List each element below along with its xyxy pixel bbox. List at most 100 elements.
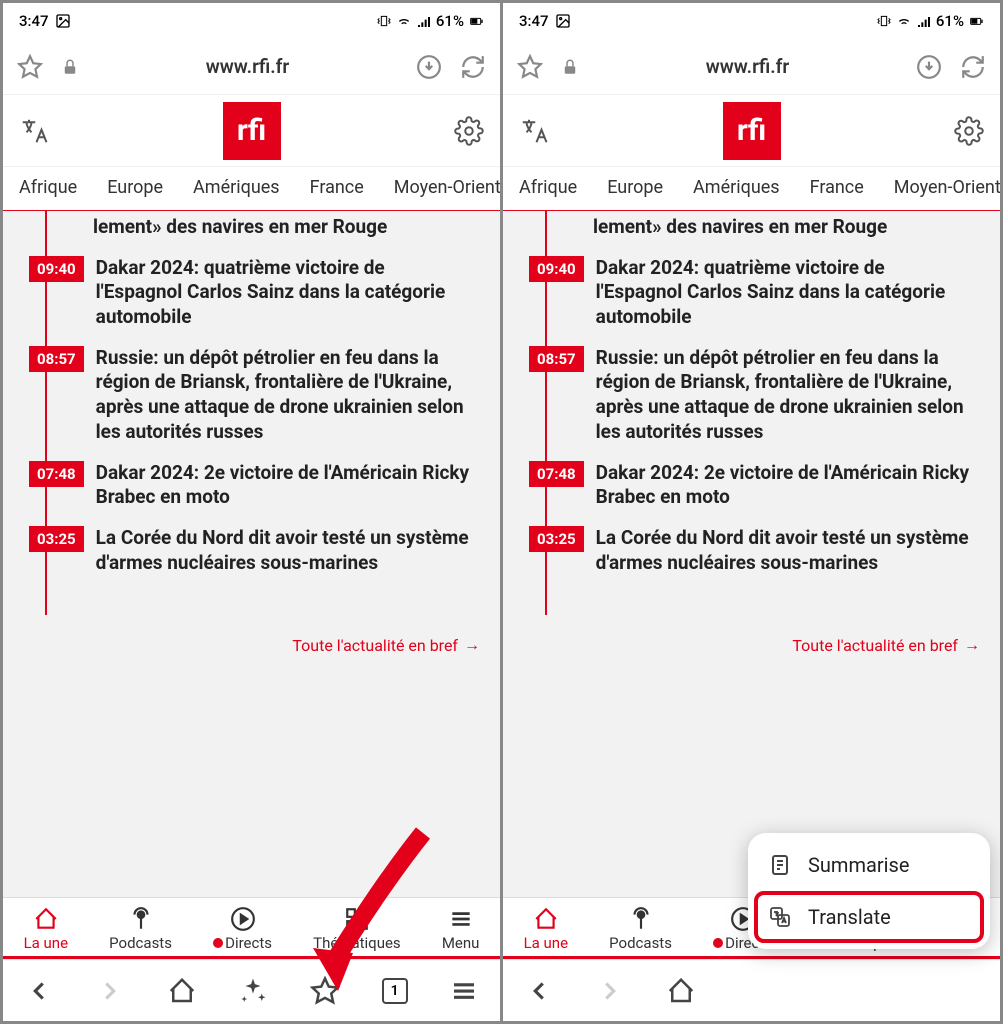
nav-tab-moyen-orient[interactable]: Moyen-Orient xyxy=(394,177,500,198)
home-button[interactable] xyxy=(167,976,197,1006)
nav-thematiques[interactable]: Thématiques xyxy=(313,906,401,952)
nav-tab-afrique[interactable]: Afrique xyxy=(19,177,77,198)
news-content[interactable]: lement» des navires en mer Rouge 09:40 D… xyxy=(3,211,500,897)
nav-tab-moyen-orient[interactable]: Moyen-Orient xyxy=(894,177,1000,198)
headline: Dakar 2024: quatrième victoire de l'Espa… xyxy=(96,256,480,330)
menu-button[interactable] xyxy=(449,976,479,1006)
home-icon xyxy=(533,906,559,932)
url-text[interactable]: www.rfi.fr xyxy=(97,55,398,78)
browser-toolbar: 1 xyxy=(3,959,500,1021)
status-time: 3:47 xyxy=(519,12,549,30)
news-item[interactable]: 08:57 Russie: un dépôt pétrolier en feu … xyxy=(29,330,480,445)
vibrate-icon xyxy=(876,13,892,29)
site-bottom-nav: La une Podcasts Directs Thématiques Menu xyxy=(3,897,500,956)
back-button[interactable] xyxy=(24,976,54,1006)
nav-tab-ameriques[interactable]: Amériques xyxy=(693,177,780,198)
image-icon xyxy=(55,13,71,29)
headline: Dakar 2024: 2e victoire de l'Américain R… xyxy=(596,461,980,510)
reload-icon[interactable] xyxy=(960,54,986,80)
time-badge: 09:40 xyxy=(29,256,84,282)
headline: La Corée du Nord dit avoir testé un syst… xyxy=(596,526,980,575)
news-item[interactable]: 07:48 Dakar 2024: 2e victoire de l'Améri… xyxy=(529,445,980,510)
nav-la-une[interactable]: La une xyxy=(524,906,568,952)
nav-la-une[interactable]: La une xyxy=(24,906,68,952)
vibrate-icon xyxy=(376,13,392,29)
summarise-icon xyxy=(768,853,792,877)
headline: La Corée du Nord dit avoir testé un syst… xyxy=(96,526,480,575)
nav-tab-france[interactable]: France xyxy=(310,177,364,198)
nav-directs[interactable]: Directs xyxy=(213,906,272,952)
status-bar: 3:47 61% xyxy=(503,3,1000,39)
nav-tab-france[interactable]: France xyxy=(810,177,864,198)
site-header: rfi xyxy=(503,95,1000,167)
time-badge: 07:48 xyxy=(29,461,84,487)
translate-popup-icon xyxy=(768,905,792,929)
nav-tab-europe[interactable]: Europe xyxy=(107,177,163,198)
browser-popup-menu: Summarise Translate xyxy=(748,833,990,949)
bookmark-button[interactable] xyxy=(310,976,340,1006)
translate-icon[interactable] xyxy=(19,116,49,146)
news-item[interactable]: 09:40 Dakar 2024: quatrième victoire de … xyxy=(529,240,980,330)
podcast-icon xyxy=(128,906,154,932)
forward-button[interactable] xyxy=(595,976,625,1006)
popup-translate[interactable]: Translate xyxy=(754,891,984,943)
translate-icon[interactable] xyxy=(519,116,549,146)
grid-icon xyxy=(344,906,370,932)
back-button[interactable] xyxy=(524,976,554,1006)
home-icon xyxy=(33,906,59,932)
news-content[interactable]: lement» des navires en mer Rouge 09:40 D… xyxy=(503,211,1000,897)
url-text[interactable]: www.rfi.fr xyxy=(597,55,898,78)
all-news-link[interactable]: Toute l'actualité en bref → xyxy=(27,615,480,655)
headline: Dakar 2024: 2e victoire de l'Américain R… xyxy=(96,461,480,510)
bookmark-star-icon[interactable] xyxy=(517,54,543,80)
podcast-icon xyxy=(628,906,654,932)
tabs-button[interactable]: 1 xyxy=(382,978,408,1004)
popup-summarise[interactable]: Summarise xyxy=(754,839,984,891)
browser-url-bar: www.rfi.fr xyxy=(3,39,500,95)
gear-icon[interactable] xyxy=(954,116,984,146)
news-item[interactable]: lement» des navires en mer Rouge xyxy=(529,211,980,240)
news-item[interactable]: 03:25 La Corée du Nord dit avoir testé u… xyxy=(529,510,980,575)
all-news-link[interactable]: Toute l'actualité en bref → xyxy=(527,615,980,655)
rfi-logo[interactable]: rfi xyxy=(223,102,281,160)
gear-icon[interactable] xyxy=(454,116,484,146)
signal-icon xyxy=(916,13,932,29)
download-icon[interactable] xyxy=(416,54,442,80)
news-item[interactable]: 08:57 Russie: un dépôt pétrolier en feu … xyxy=(529,330,980,445)
news-item[interactable]: 09:40 Dakar 2024: quatrième victoire de … xyxy=(29,240,480,330)
site-header: rfi xyxy=(3,95,500,167)
nav-tab-europe[interactable]: Europe xyxy=(607,177,663,198)
time-badge: 08:57 xyxy=(29,346,84,372)
phone-left: 3:47 61% www.rfi.fr rfi Afrique Europe A… xyxy=(3,3,500,1021)
time-badge: 08:57 xyxy=(529,346,584,372)
news-item[interactable]: 03:25 La Corée du Nord dit avoir testé u… xyxy=(29,510,480,575)
status-bar: 3:47 61% xyxy=(3,3,500,39)
nav-tab-afrique[interactable]: Afrique xyxy=(519,177,577,198)
nav-tab-ameriques[interactable]: Amériques xyxy=(193,177,280,198)
signal-icon xyxy=(416,13,432,29)
news-item[interactable]: lement» des navires en mer Rouge xyxy=(29,211,480,240)
forward-button[interactable] xyxy=(95,976,125,1006)
home-button[interactable] xyxy=(666,976,696,1006)
sparkle-button[interactable] xyxy=(238,976,268,1006)
lock-icon xyxy=(561,58,579,76)
news-item[interactable]: 07:48 Dakar 2024: 2e victoire de l'Améri… xyxy=(29,445,480,510)
nav-podcasts[interactable]: Podcasts xyxy=(109,906,172,952)
nav-menu[interactable]: Menu xyxy=(442,906,480,952)
download-icon[interactable] xyxy=(916,54,942,80)
headline: Russie: un dépôt pétrolier en feu dans l… xyxy=(96,346,480,445)
play-circle-icon xyxy=(230,906,256,932)
arrow-right-icon: → xyxy=(964,635,980,655)
time-badge: 03:25 xyxy=(529,526,584,552)
reload-icon[interactable] xyxy=(460,54,486,80)
lock-icon xyxy=(61,58,79,76)
nav-podcasts[interactable]: Podcasts xyxy=(609,906,672,952)
arrow-right-icon: → xyxy=(464,635,480,655)
time-badge: 09:40 xyxy=(529,256,584,282)
bookmark-star-icon[interactable] xyxy=(17,54,43,80)
battery-icon xyxy=(968,13,984,29)
category-tabs: Afrique Europe Amériques France Moyen-Or… xyxy=(503,167,1000,211)
rfi-logo[interactable]: rfi xyxy=(723,102,781,160)
headline: Dakar 2024: quatrième victoire de l'Espa… xyxy=(596,256,980,330)
wifi-icon xyxy=(896,13,912,29)
